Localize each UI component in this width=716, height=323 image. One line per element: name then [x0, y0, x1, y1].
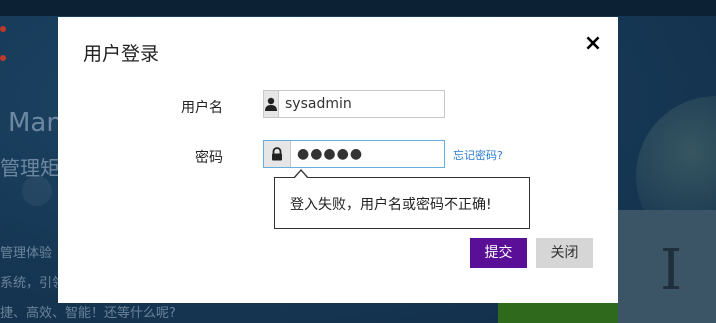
background-red-dot — [0, 26, 6, 32]
background-heading: Man — [8, 108, 63, 138]
tooltip-arrow-fill — [294, 171, 308, 179]
background-text: 捷、高效、智能！还等什么呢? — [0, 306, 176, 321]
username-field[interactable] — [279, 91, 465, 117]
username-label: 用户名 — [181, 100, 223, 116]
background-glyph: I — [660, 238, 683, 303]
password-input-group: ●●●●● — [263, 140, 445, 168]
background-text: 管理体验 — [0, 246, 53, 261]
username-input-group — [263, 90, 465, 118]
background-text: 系统，引领 — [0, 276, 66, 291]
close-icon[interactable]: × — [583, 33, 603, 55]
close-button[interactable]: 关闭 — [536, 238, 593, 268]
forgot-password-link[interactable]: 忘记密码? — [453, 147, 503, 163]
password-label: 密码 — [195, 150, 223, 166]
background-red-dot — [0, 55, 6, 61]
background-subheading: 管理矩 — [0, 156, 60, 180]
login-dialog: 用户登录 × 用户名 密码 ●●●●● 忘记密码? 登入失败，用户名或密码不正确… — [58, 17, 618, 303]
password-field[interactable]: ●●●●● — [291, 141, 363, 167]
submit-button[interactable]: 提交 — [470, 238, 527, 268]
background-green-block — [498, 302, 618, 323]
error-tooltip: 登入失败，用户名或密码不正确! — [274, 169, 530, 229]
error-message: 登入失败，用户名或密码不正确! — [290, 197, 492, 213]
user-icon — [264, 91, 279, 117]
dialog-title: 用户登录 — [83, 43, 160, 65]
lock-icon — [264, 141, 291, 167]
background-topbar — [0, 0, 716, 16]
